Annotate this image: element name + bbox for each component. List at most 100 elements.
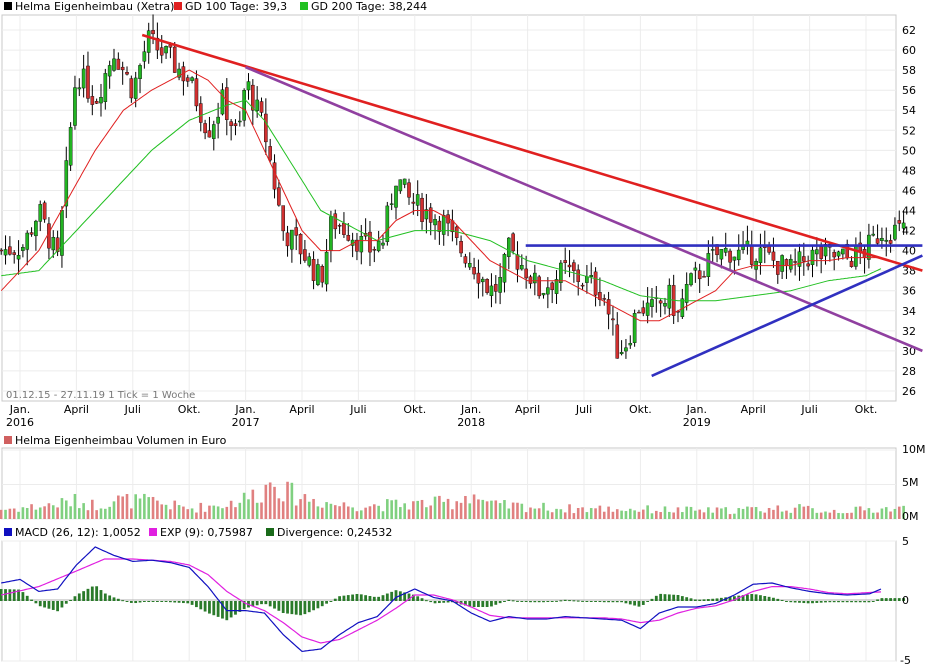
volume-bar [884,507,888,519]
volume-bar [824,511,827,519]
price-tick-label: 46 [902,184,916,197]
candle-body [459,241,463,254]
volume-bar [537,508,541,519]
volume-bar [173,500,177,519]
candle-body [576,269,581,282]
volume-bar [715,507,719,519]
candle-body [211,124,216,139]
legend-gd200: GD 200 Tage: 38,244 [311,0,427,13]
divergence-bar [815,601,819,603]
volume-y-axis: 10M 5M 0M [902,443,926,523]
volume-bar [43,506,46,519]
divergence-bar [394,590,398,601]
volume-bar [73,493,77,519]
divergence-bar [77,593,81,601]
volume-bar [412,501,415,519]
volume-bar [529,507,532,519]
volume-bar [893,508,897,519]
volume-bar [780,511,784,519]
divergence-bar [793,601,797,603]
price-tick-label: 62 [902,24,916,37]
volume-bar [724,507,728,519]
volume-bar [819,512,823,519]
candle-body [138,65,142,79]
divergence-bar [641,601,645,605]
divergence-bar [481,601,485,607]
volume-bar [563,512,567,519]
candle-body [372,249,377,251]
divergence-bar [34,601,38,604]
divergence-bar [273,601,276,609]
divergence-bar [151,601,155,602]
volume-bar [451,509,454,519]
volume-bar [533,508,537,519]
divergence-bar [255,601,259,606]
divergence-bar [433,601,437,604]
divergence-bar [819,601,823,603]
divergence-bar [86,588,90,601]
x-tick-label: Okt. [629,403,652,416]
volume-bar [121,496,124,519]
candle-body [342,223,346,235]
volume-bar [86,510,90,519]
candle-body [125,71,129,75]
macd-panel: MACD (26, 12): 1,0052 EXP (9): 0,75987 D… [0,526,911,667]
volume-bar [329,503,333,519]
macd-tick-minus5: -5 [900,654,911,667]
candle-body [198,103,203,123]
candle-body [888,240,893,244]
candle-body [472,267,476,275]
volume-bar [876,512,879,519]
divergence-bar [837,601,840,603]
divergence-bar [490,601,493,607]
volume-bar [247,499,250,519]
divergence-bar [576,600,580,602]
candle-body [606,299,611,315]
candle-body [238,120,242,123]
volume-tick-10m: 10M [902,443,926,456]
volume-bar [164,504,168,519]
candle-body [368,231,372,253]
candle-body [34,220,38,237]
x-tick-label: April [515,403,540,416]
candle-body [68,127,73,166]
divergence-bar [294,601,298,615]
volume-bar [294,505,298,519]
volume-bar [359,510,363,519]
divergence-bar [364,595,368,601]
candle-body [329,216,333,251]
candle-body [507,237,511,257]
volume-bar [355,511,359,519]
candle-body [277,187,281,206]
volume-bar [186,509,190,519]
candle-body [394,185,398,208]
volume-bar [546,510,550,519]
volume-bar [485,501,489,519]
candle-body [433,219,437,226]
volume-bar [676,507,680,519]
candle-body [602,298,607,300]
candle-body [272,162,277,190]
candle-body [897,220,902,224]
volume-bar [464,495,467,519]
divergence-bar [299,601,302,616]
candle-body [875,238,880,244]
legend-price: Helma Eigenheimbau (Xetra) [15,0,174,13]
volume-bar [468,503,472,519]
volume-bar [446,498,450,519]
volume-bar [333,505,337,519]
candle-body [94,101,99,104]
divergence-bar [346,595,350,601]
volume-bar [585,512,589,519]
divergence-bar [611,601,615,603]
candle-body [264,113,268,143]
divergence-bar [264,601,268,605]
volume-bar [498,503,502,519]
candle-body [667,284,672,309]
x-tick-label: Juli [349,403,366,416]
volume-bar [212,505,216,519]
date-range-info: 01.12.15 - 27.11.19 1 Tick = 1 Woche [6,390,195,401]
x-tick-label: Jan. [234,403,255,416]
candle-body [229,121,233,126]
volume-bar [615,509,619,519]
